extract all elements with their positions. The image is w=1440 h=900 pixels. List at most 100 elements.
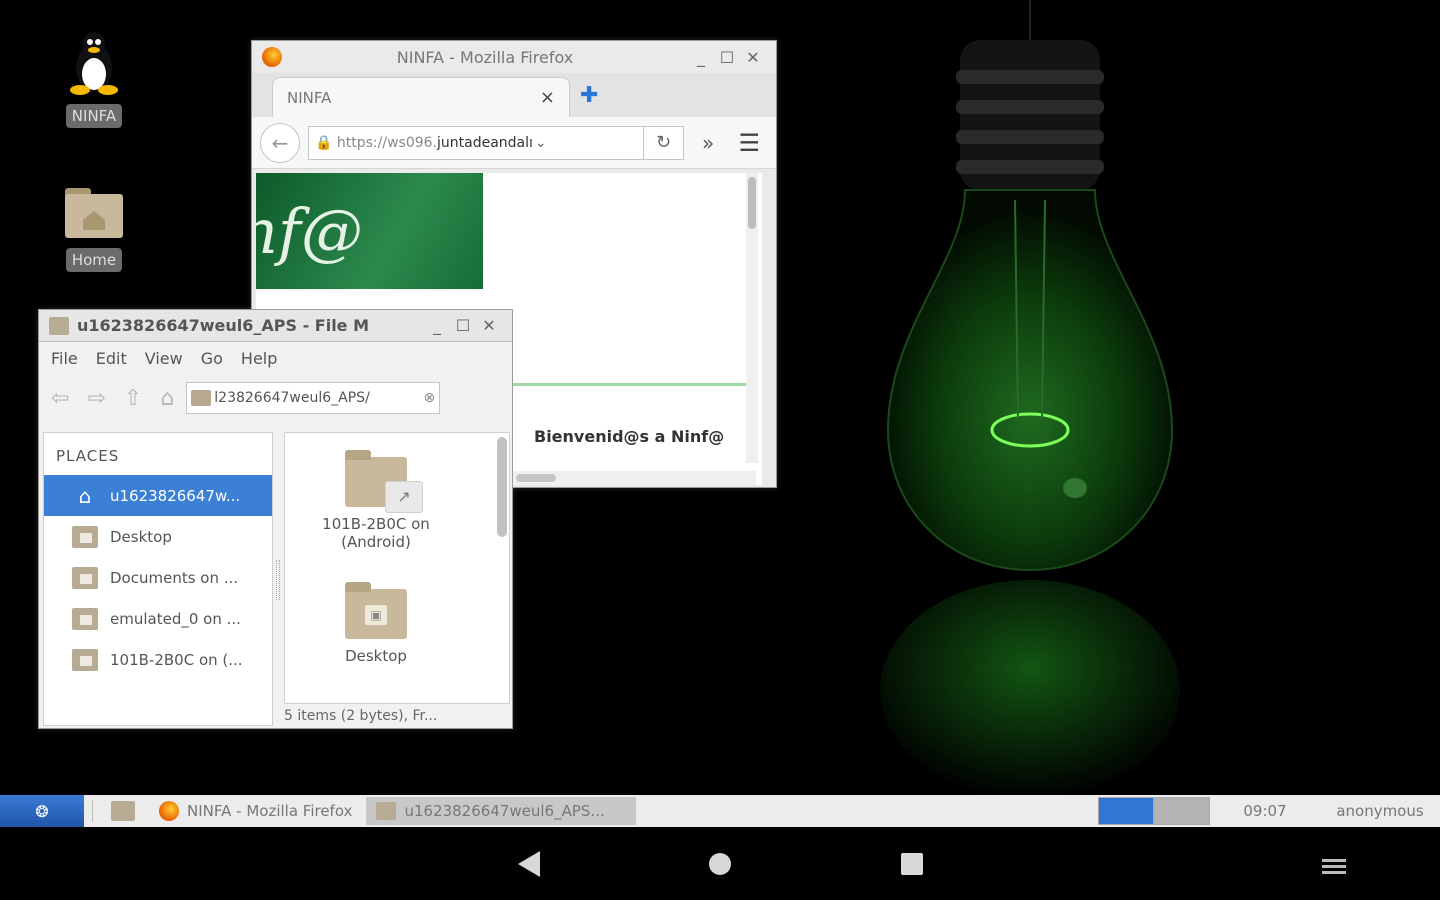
desktop-icon-home[interactable]: Home [44,184,144,272]
desktop-icon-label: Home [65,248,123,272]
path-bar[interactable]: l23826647weul6_APS/ ⊗ [186,382,441,414]
chevron-down-icon[interactable]: ⌄ [535,135,547,151]
folder-icon [72,525,98,548]
network-emblem-icon: ↗ [385,481,423,513]
menu-edit[interactable]: Edit [96,349,127,368]
scroll-thumb[interactable] [748,177,756,229]
taskbar-task-firefox[interactable]: NINFA - Mozilla Firefox [149,797,362,825]
workspace-1[interactable] [1098,797,1154,825]
recents-square-icon[interactable] [899,849,925,879]
tab-close-icon[interactable]: × [540,87,555,108]
user-name: anonymous [1336,802,1424,820]
hamburger-menu-icon[interactable]: ☰ [738,129,768,157]
remote-folder-icon: ↗ [345,450,423,513]
up-arrow-icon[interactable]: ⇧ [124,386,142,411]
folder-icon [191,390,212,406]
start-menu-button[interactable]: ❂ [0,795,84,827]
forward-arrow-icon[interactable]: ⇨ [87,386,105,411]
minimize-icon[interactable]: _ [688,48,714,67]
scroll-thumb[interactable] [516,474,556,482]
menu-view[interactable]: View [145,349,183,368]
remote-folder-icon [72,607,98,630]
back-triangle-icon[interactable] [516,849,542,879]
scroll-thumb[interactable] [497,437,507,537]
file-item-label: 101B-2B0C on (Android) [322,515,430,551]
sidebar-item-label: Documents on ... [110,568,239,587]
sidebar-item-label: u1623826647w... [110,486,241,505]
places-sidebar: PLACES ⌂ u1623826647w... Desktop Documen… [43,432,273,726]
back-arrow-icon[interactable]: ⇦ [51,386,69,411]
window-title: NINFA - Mozilla Firefox [396,47,574,67]
path-text: l23826647weul6_APS/ [214,390,370,406]
logo-text: nf@ [256,194,363,268]
menu-file[interactable]: File [51,349,78,368]
arrow-left-icon: ← [271,130,289,155]
taskbar: ❂ NINFA - Mozilla Firefox u1623826647weu… [0,795,1440,827]
file-item-desktop[interactable]: ▣ Desktop [291,582,461,665]
sidebar-item-documents[interactable]: Documents on ... [44,557,272,598]
file-item-label: Desktop [345,647,407,665]
maximize-icon[interactable]: ☐ [450,316,476,335]
folder-icon [49,316,69,335]
workspace-pager [1098,797,1210,825]
reload-button[interactable]: ↻ [644,125,684,160]
new-tab-icon[interactable]: ✚ [580,83,598,108]
menu-go[interactable]: Go [201,349,223,368]
firefox-titlebar[interactable]: NINFA - Mozilla Firefox _ ☐ ✕ [252,41,776,73]
sidebar-item-sdcard[interactable]: 101B-2B0C on (... [44,639,272,680]
navigation-toolbar: ← 🔒 https://ws096. juntadeandalı ⌄ ↻ » ☰ [252,117,776,169]
back-button[interactable]: ← [260,122,300,163]
lock-icon: 🔒 [315,134,337,151]
file-manager-launcher-icon[interactable] [111,801,135,821]
remote-folder-icon [72,648,98,671]
clear-path-icon[interactable]: ⊗ [424,390,436,406]
url-host: juntadeandalı [437,134,533,151]
file-manager-window[interactable]: u1623826647weul6_APS - File M _ ☐ ✕ File… [38,309,513,729]
file-manager-titlebar[interactable]: u1623826647weul6_APS - File M _ ☐ ✕ [39,310,512,342]
task-label: NINFA - Mozilla Firefox [187,802,353,820]
url-prefix: https://ws096. [336,134,437,151]
url-bar[interactable]: 🔒 https://ws096. juntadeandalı ⌄ [308,125,644,160]
file-toolbar: ⇦ ⇨ ⇧ ⌂ l23826647weul6_APS/ ⊗ [39,374,512,422]
maximize-icon[interactable]: ☐ [714,48,740,67]
sidebar-item-label: emulated_0 on ... [110,609,241,628]
sidebar-item-emulated[interactable]: emulated_0 on ... [44,598,272,639]
welcome-text: Bienvenid@s a Ninf@ [534,427,725,446]
tux-penguin-icon [70,32,118,95]
home-circle-icon[interactable] [707,849,733,879]
workspace-2[interactable] [1154,797,1210,825]
separator [92,800,93,822]
android-nav-bar [0,827,1440,900]
close-icon[interactable]: ✕ [476,316,502,335]
sidebar-item-label: 101B-2B0C on (... [110,650,243,669]
task-label: u1623826647weul6_APS... [404,802,605,820]
sidebar-item-home[interactable]: ⌂ u1623826647w... [44,475,272,516]
home-folder-icon [65,188,123,238]
window-title: u1623826647weul6_APS - File M [77,316,370,335]
remote-folder-icon [72,566,98,589]
file-item-sdcard[interactable]: ↗ 101B-2B0C on (Android) [291,450,461,551]
home-icon: ⌂ [78,483,92,508]
sidebar-item-desktop[interactable]: Desktop [44,516,272,557]
tab-label: NINFA [287,88,332,107]
pane-splitter[interactable] [276,560,280,600]
reload-icon: ↻ [655,132,672,153]
keyboard-icon[interactable] [1320,849,1348,879]
menu-bar: File Edit View Go Help [39,342,512,374]
taskbar-task-file-manager[interactable]: u1623826647weul6_APS... [366,797,637,825]
desktop-emblem-icon: ▣ [365,605,387,625]
menu-help[interactable]: Help [241,349,277,368]
tab-ninfa[interactable]: NINFA × [272,77,570,117]
desktop-icon-ninfa[interactable]: NINFA [44,30,144,128]
vertical-scrollbar[interactable] [746,173,758,463]
status-bar: 5 items (2 bytes), Fr... [284,708,438,724]
home-icon[interactable]: ⌂ [160,386,174,411]
file-view: ↗ 101B-2B0C on (Android) ▣ Desktop [284,432,510,704]
ninfa-logo: nf@ [256,173,483,289]
firefox-logo-icon [159,801,179,821]
folder-icon [376,802,397,820]
close-icon[interactable]: ✕ [740,48,766,67]
tab-strip: NINFA × ✚ [252,73,776,117]
minimize-icon[interactable]: _ [424,316,450,335]
overflow-chevron-icon[interactable]: » [702,131,714,155]
